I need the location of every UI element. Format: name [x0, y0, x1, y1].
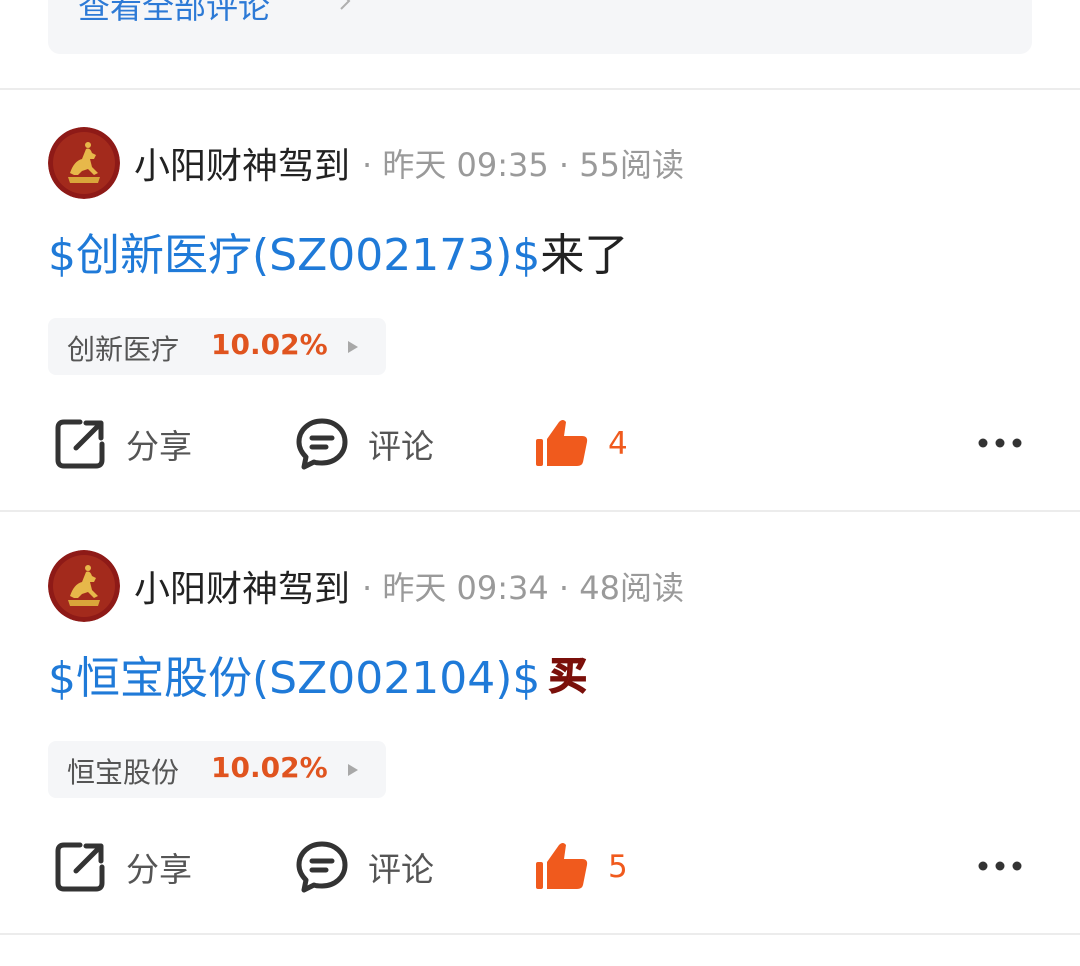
chip-change-percent: 10.02% [211, 751, 328, 784]
post-content[interactable]: $创新医疗(SZ002173)$来了 [48, 226, 628, 286]
more-options-icon[interactable] [977, 860, 1023, 872]
post-text: 来了 [540, 230, 629, 281]
horse-logo-icon [48, 550, 120, 622]
horse-logo-icon [48, 127, 120, 199]
author-name[interactable]: 小阳财神驾到 [134, 137, 350, 189]
view-all-comments-link[interactable]: 查看全部评论 [78, 0, 270, 24]
share-button[interactable]: 分享 [52, 414, 192, 474]
buy-emoji: 买 [544, 651, 592, 715]
chip-stock-name: 创新医疗 [67, 333, 180, 366]
author-line: 小阳财神驾到 · 昨天 09:34 · 48阅读 [134, 550, 684, 622]
like-count: 4 [608, 426, 628, 462]
post-meta: · 昨天 09:34 · 48阅读 [362, 569, 684, 607]
like-button[interactable]: 4 [534, 414, 628, 474]
post-card: 小阳财神驾到 · 昨天 09:34 · 48阅读 $恒宝股份(SZ002104)… [0, 513, 1080, 933]
comment-bubble-icon [296, 841, 348, 893]
stock-chip[interactable]: 创新医疗 10.02% [48, 318, 386, 375]
thumbs-up-icon [536, 843, 588, 889]
comment-label: 评论 [368, 427, 434, 466]
stock-link[interactable]: $创新医疗(SZ002173)$ [48, 230, 540, 281]
divider [0, 933, 1080, 935]
comment-label: 评论 [368, 850, 434, 889]
chip-stock-name: 恒宝股份 [67, 756, 180, 789]
author-name[interactable]: 小阳财神驾到 [134, 560, 350, 612]
play-arrow-icon [348, 764, 358, 776]
buy-emoji-icon: 买 [545, 652, 592, 699]
chevron-right-icon [340, 0, 351, 10]
avatar[interactable] [48, 550, 120, 622]
like-button[interactable]: 5 [534, 837, 628, 897]
more-options-icon[interactable] [977, 437, 1023, 449]
comment-bubble-icon [296, 418, 348, 470]
thumbs-up-icon [536, 420, 588, 466]
post-meta: · 昨天 09:35 · 55阅读 [362, 146, 684, 184]
view-all-comments-box[interactable]: 查看全部评论 [48, 0, 1032, 54]
share-label: 分享 [126, 850, 192, 889]
stock-chip[interactable]: 恒宝股份 10.02% [48, 741, 386, 798]
comment-button[interactable]: 评论 [294, 414, 434, 474]
share-icon [55, 842, 105, 892]
share-icon [55, 419, 105, 469]
avatar[interactable] [48, 127, 120, 199]
play-arrow-icon [348, 341, 358, 353]
post-content[interactable]: $恒宝股份(SZ002104)$ 买 [48, 649, 592, 715]
author-line: 小阳财神驾到 · 昨天 09:35 · 55阅读 [134, 127, 684, 199]
like-count: 5 [608, 849, 628, 885]
share-label: 分享 [126, 427, 192, 466]
divider [0, 510, 1080, 512]
stock-link[interactable]: $恒宝股份(SZ002104)$ [48, 653, 540, 704]
post-card: 小阳财神驾到 · 昨天 09:35 · 55阅读 $创新医疗(SZ002173)… [0, 90, 1080, 510]
comment-button[interactable]: 评论 [294, 837, 434, 897]
buy-emoji-text: 买 [549, 654, 587, 698]
chip-change-percent: 10.02% [211, 328, 328, 361]
share-button[interactable]: 分享 [52, 837, 192, 897]
